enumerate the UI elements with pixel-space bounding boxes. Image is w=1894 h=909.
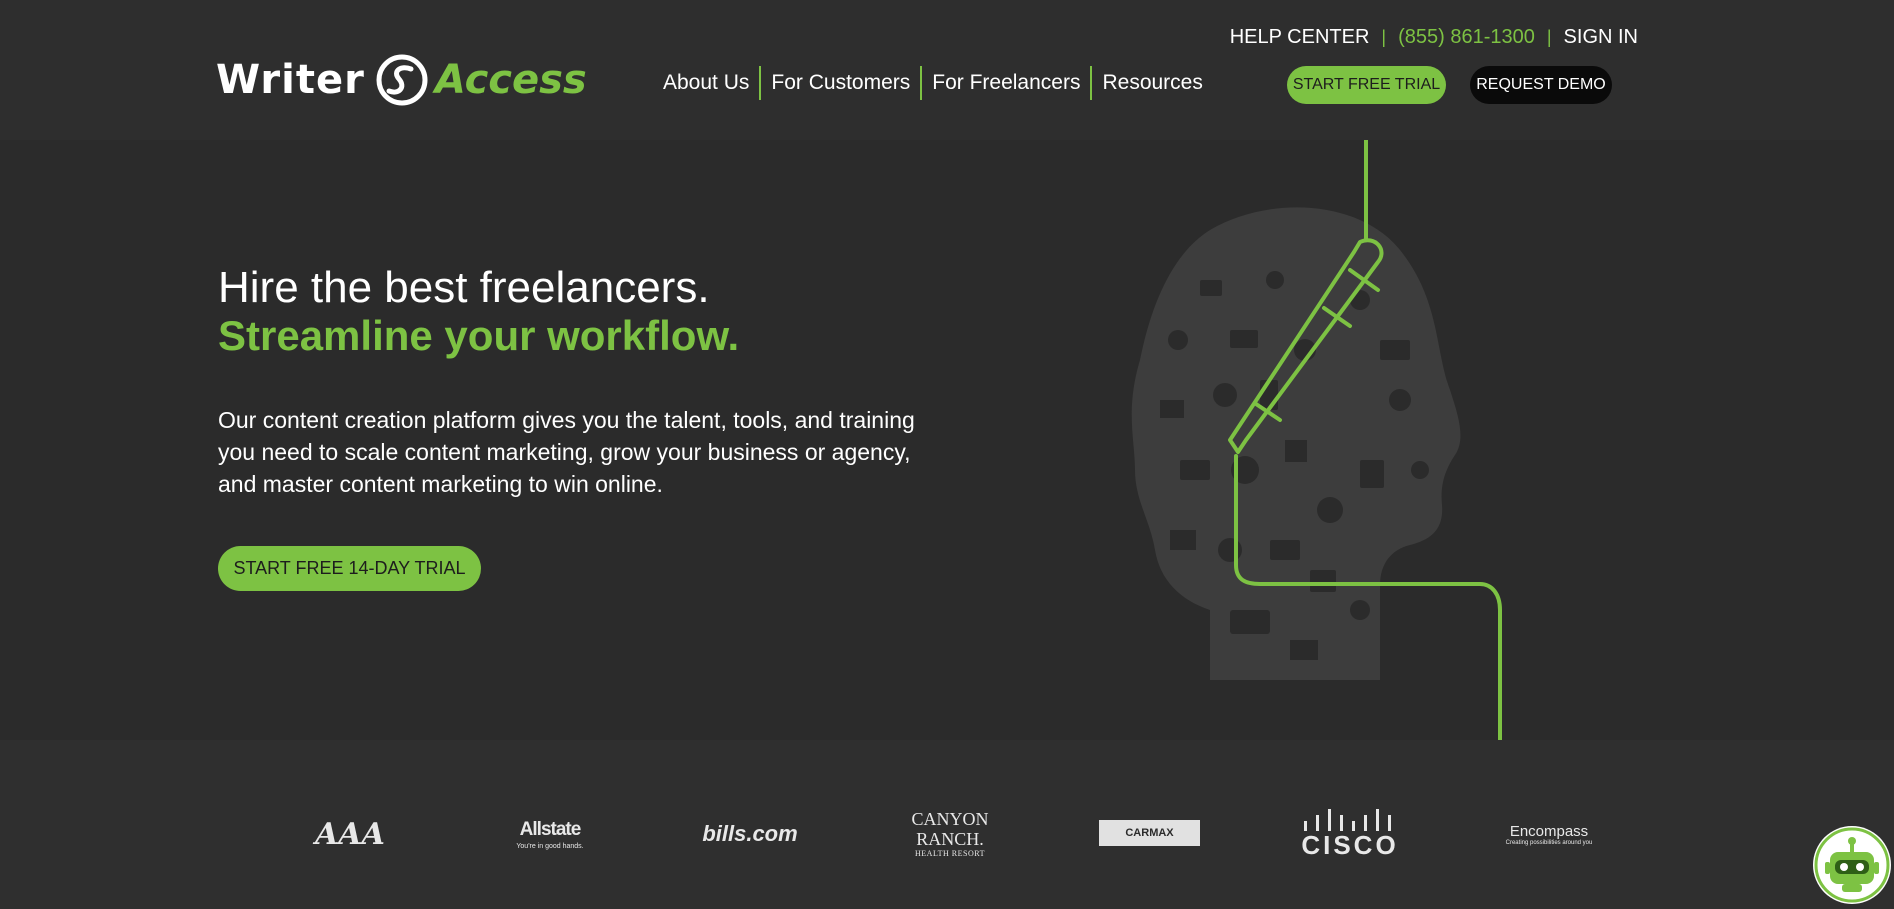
- divider: |: [1381, 27, 1387, 47]
- chatbot-launcher[interactable]: [1813, 826, 1891, 904]
- encompass-logo: Encompass Creating possibilities around …: [1497, 804, 1601, 864]
- writeraccess-logo[interactable]: Writer Access: [216, 48, 587, 112]
- start-free-trial-button[interactable]: START FREE TRIAL: [1287, 66, 1446, 104]
- aaa-logo-text: AAA: [315, 816, 385, 852]
- nav-resources[interactable]: Resources: [1092, 66, 1212, 100]
- bills-logo: bills.com: [702, 804, 798, 864]
- carmax-logo: CARMAX: [1099, 820, 1200, 846]
- allstate-tagline: You're in good hands.: [516, 842, 584, 850]
- divider: |: [1546, 27, 1552, 47]
- cisco-logo-text: CISCO: [1301, 830, 1399, 860]
- encompass-logo-sub: Creating possibilities around you: [1505, 839, 1593, 846]
- phone-link[interactable]: (855) 861-1300: [1398, 26, 1535, 49]
- nav-for-customers[interactable]: For Customers: [761, 66, 920, 100]
- encompass-logo-text: Encompass: [1509, 822, 1589, 840]
- hero-title: Hire the best freelancers.: [218, 263, 710, 312]
- nav-for-freelancers[interactable]: For Freelancers: [922, 66, 1090, 100]
- bills-logo-text: bills.com: [702, 821, 798, 846]
- request-demo-button[interactable]: REQUEST DEMO: [1470, 66, 1612, 104]
- start-trial-cta-button[interactable]: START FREE 14-DAY TRIAL: [218, 546, 481, 591]
- canyon-logo-line1: CANYON: [911, 809, 989, 829]
- client-logos-strip: AAA Allstate You're in good hands. bills…: [0, 740, 1894, 909]
- logo-word-writer: Writer: [216, 57, 365, 103]
- nav-about-us[interactable]: About Us: [653, 66, 759, 100]
- logo-word-access: Access: [434, 57, 587, 103]
- canyon-ranch-logo: CANYON RANCH. HEALTH RESORT: [905, 804, 995, 864]
- hero-section: Hire the best freelancers. Streamline yo…: [0, 140, 1894, 740]
- canyon-logo-line2: RANCH.: [916, 829, 984, 849]
- help-center-link[interactable]: HELP CENTER: [1230, 26, 1370, 49]
- pen-head-illustration: [1131, 140, 1502, 740]
- hero-subtitle: Streamline your workflow.: [218, 312, 740, 359]
- top-utility-links: HELP CENTER | (855) 861-1300 | SIGN IN: [1230, 26, 1638, 49]
- canyon-logo-sub: HEALTH RESORT: [915, 849, 985, 858]
- carmax-logo-text: CARMAX: [1125, 827, 1174, 839]
- logo-s-icon: [376, 54, 428, 106]
- allstate-logo: Allstate You're in good hands.: [510, 804, 590, 864]
- cisco-logo: CISCO: [1298, 804, 1402, 864]
- cisco-bars-icon: [1304, 809, 1391, 831]
- main-nav: About Us For Customers For Freelancers R…: [653, 66, 1213, 100]
- aaa-logo: AAA: [305, 804, 395, 864]
- site-header: Writer Access HELP CENTER | (855) 861-13…: [0, 0, 1894, 140]
- hero-description: Our content creation platform gives you …: [218, 407, 915, 497]
- allstate-logo-text: Allstate: [519, 818, 582, 840]
- chatbot-icon: [1814, 827, 1890, 903]
- sign-in-link[interactable]: SIGN IN: [1564, 26, 1638, 49]
